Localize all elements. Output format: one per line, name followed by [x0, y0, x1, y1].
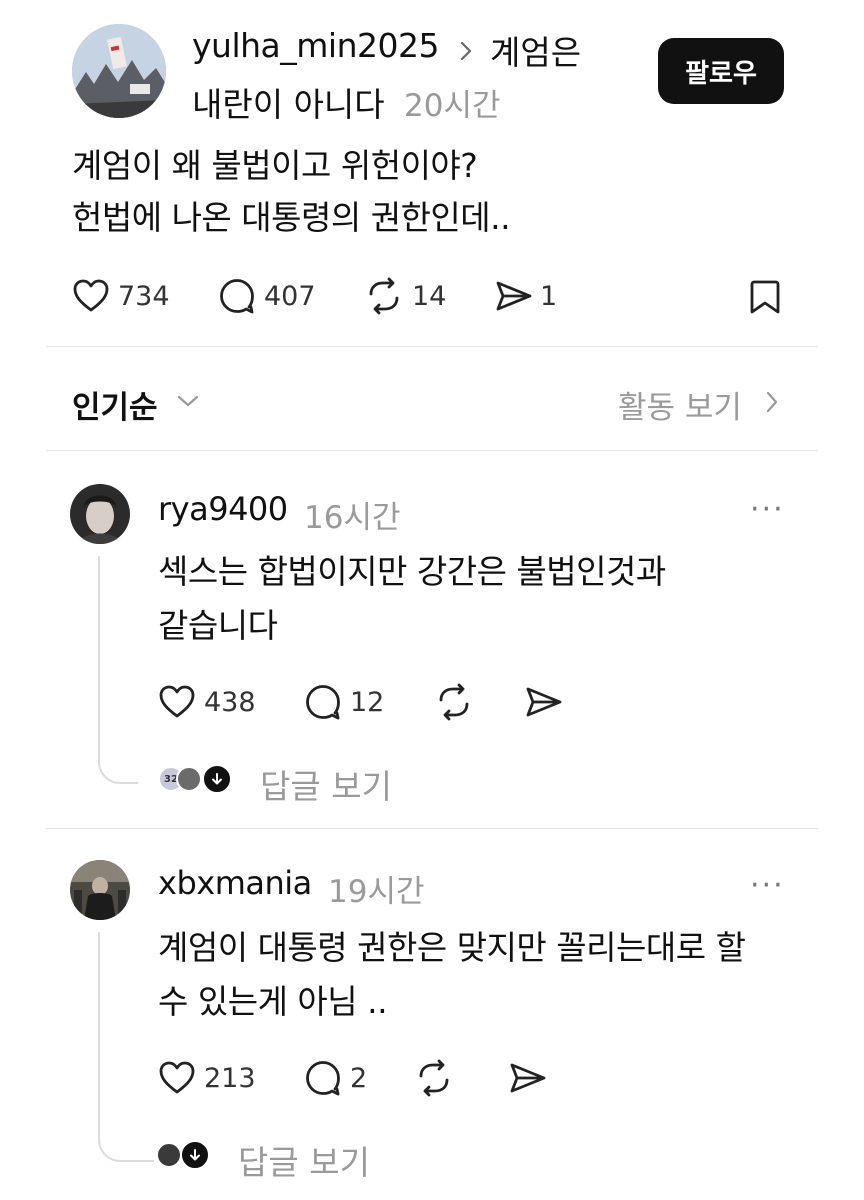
- comment-time: 16시간: [304, 500, 401, 536]
- comment-text-line-1: 섹스는 합법이지만 강간은 불법인것과: [158, 552, 666, 591]
- post-text-line-2: 헌법에 나온 대통령의 권한인데..: [72, 198, 511, 237]
- repost-icon[interactable]: [434, 683, 474, 721]
- share-icon[interactable]: [494, 279, 534, 313]
- reply-author-avatar: [156, 1142, 182, 1168]
- divider: [46, 346, 818, 347]
- comment-like-count: 438: [204, 687, 256, 718]
- post-author-username[interactable]: yulha_min2025: [192, 26, 439, 65]
- more-icon[interactable]: ···: [750, 868, 785, 903]
- reply-author-avatar: [176, 766, 202, 792]
- thread-line: [98, 932, 154, 1162]
- chevron-right-icon[interactable]: [764, 390, 780, 414]
- comment-icon[interactable]: [304, 683, 342, 721]
- share-icon[interactable]: [524, 685, 564, 719]
- comment-icon[interactable]: [218, 277, 256, 315]
- divider: [46, 828, 818, 829]
- thread-line: [98, 556, 138, 784]
- post-repost-count: 14: [412, 281, 447, 312]
- post-text-line-1: 계엄이 왜 불법이고 위헌이야?: [72, 146, 478, 185]
- share-icon[interactable]: [508, 1061, 548, 1095]
- heart-icon[interactable]: [158, 684, 196, 720]
- post-topic-continued[interactable]: 내란이 아니다: [192, 78, 385, 126]
- post-topic[interactable]: 계엄은: [490, 26, 581, 74]
- bookmark-icon[interactable]: [748, 278, 782, 316]
- view-activity-link[interactable]: 활동 보기: [618, 382, 742, 427]
- view-replies-link[interactable]: 답글 보기: [238, 1136, 370, 1184]
- more-icon[interactable]: ···: [750, 492, 785, 527]
- heart-icon[interactable]: [72, 278, 110, 314]
- chevron-down-icon[interactable]: [180, 1140, 210, 1170]
- chevron-down-icon[interactable]: [176, 393, 200, 409]
- post-time: 20시간: [404, 88, 501, 124]
- comment-time: 19시간: [328, 874, 425, 910]
- repost-icon[interactable]: [414, 1059, 454, 1097]
- heart-icon[interactable]: [158, 1060, 196, 1096]
- comment-author-avatar[interactable]: [70, 860, 130, 920]
- sort-dropdown-label[interactable]: 인기순: [72, 382, 158, 427]
- comment-reply-count: 2: [350, 1063, 368, 1094]
- comment-text-line-1: 계엄이 대통령 권한은 맞지만 꼴리는대로 할: [158, 928, 746, 967]
- comment-author-avatar[interactable]: [70, 484, 130, 544]
- comment-icon[interactable]: [304, 1059, 342, 1097]
- comment-author-username[interactable]: rya9400: [158, 490, 288, 528]
- chevron-right-icon: [458, 40, 474, 62]
- post-like-count: 734: [118, 281, 170, 312]
- post-author-avatar[interactable]: [72, 24, 166, 118]
- divider: [46, 450, 818, 451]
- view-replies-link[interactable]: 답글 보기: [260, 760, 392, 808]
- comment-author-username[interactable]: xbxmania: [158, 864, 312, 902]
- comment-like-count: 213: [204, 1063, 256, 1094]
- post-comment-count: 407: [264, 281, 316, 312]
- comment-text-line-2: 같습니다: [158, 606, 278, 645]
- post-share-count: 1: [540, 281, 558, 312]
- follow-button[interactable]: 팔로우: [658, 38, 784, 104]
- chevron-down-icon[interactable]: [202, 764, 232, 794]
- comment-text-line-2: 수 있는게 아님 ..: [158, 982, 388, 1021]
- comment-reply-count: 12: [350, 687, 385, 718]
- repost-icon[interactable]: [364, 277, 404, 315]
